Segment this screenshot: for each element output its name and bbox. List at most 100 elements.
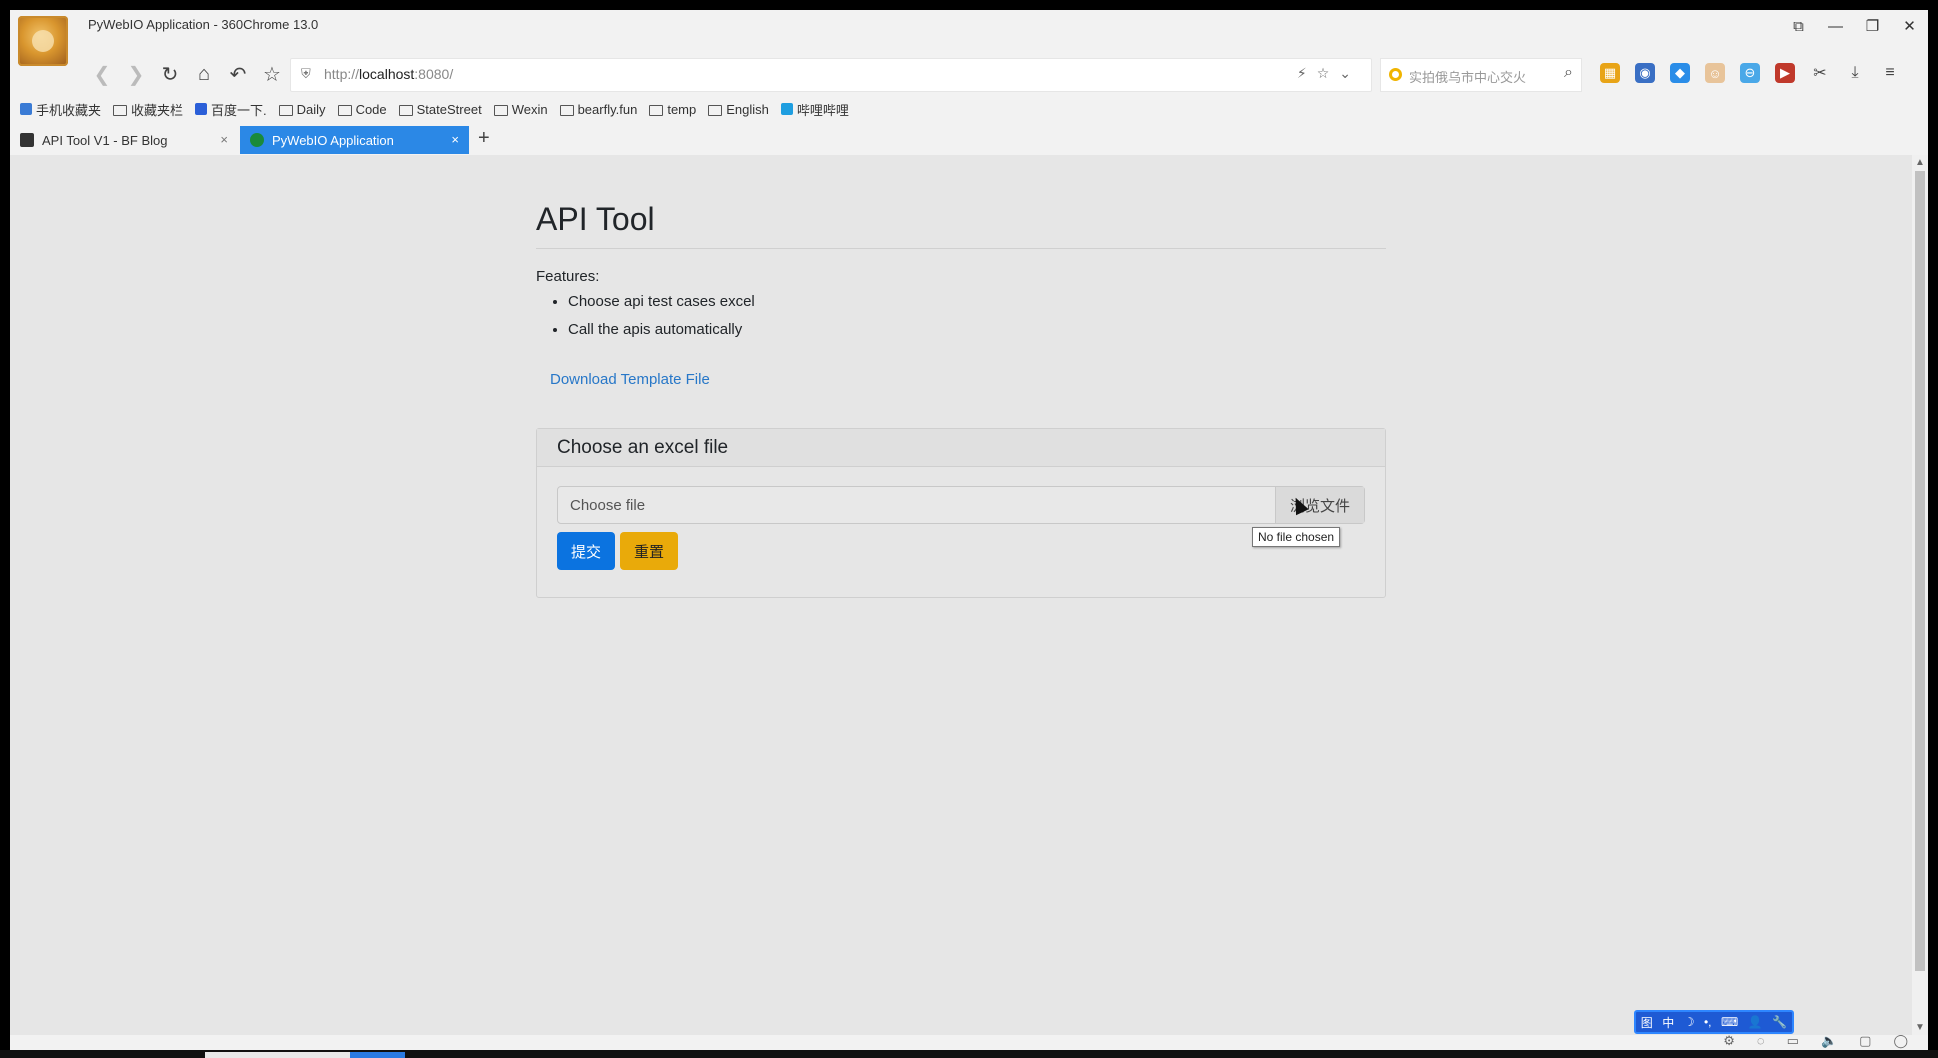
file-input-placeholder: Choose file [570, 497, 646, 514]
tab-api-tool-blog[interactable]: API Tool V1 - BF Blog × [10, 126, 238, 154]
tray-icon[interactable]: ◌ [1757, 1033, 1765, 1049]
pywebio-favicon-icon [250, 133, 264, 147]
cat-icon[interactable]: ☺ [1705, 63, 1725, 83]
ime-toolbar[interactable]: 图 中 ☽ •, ⌨ 👤 🔧 [1634, 1010, 1794, 1034]
minus-circle-icon[interactable]: ⊖ [1740, 63, 1760, 83]
bookmarks-bar: 手机收藏夹 收藏夹栏 百度一下. Daily Code StateStreet Wexin b… [10, 96, 1928, 122]
card-title: Choose an excel file [537, 429, 1385, 467]
address-bar[interactable]: ⛨ http://localhost:8080/ ⚡☆⌄ [290, 58, 1372, 92]
favorite-star-icon[interactable]: ☆ [260, 62, 284, 86]
ime-button[interactable]: 👤 [1748, 1015, 1763, 1029]
tray-icon[interactable]: ◯ [1893, 1033, 1908, 1049]
bookmark-item[interactable]: 收藏夹栏 [113, 100, 183, 119]
bookmark-item[interactable]: 哔哩哔哩 [780, 100, 849, 119]
bookmark-item[interactable]: bearfly.fun [559, 101, 638, 117]
scrollbar-thumb[interactable] [1915, 171, 1925, 971]
ime-button[interactable]: 中 [1662, 1014, 1674, 1031]
pin-window-icon[interactable]: ⧉ [1780, 10, 1817, 42]
bookmark-item[interactable]: Wexin [493, 102, 548, 117]
eye-icon[interactable]: ◉ [1635, 63, 1655, 83]
blog-favicon-icon [20, 133, 34, 147]
extension-toolbar: ▦ ◉ ◆ ☺ ⊖ ▶ ✂ ⤓ ≡ [1600, 63, 1900, 83]
back-icon[interactable]: ❮ [90, 62, 114, 86]
bookmark-item[interactable]: Daily [278, 101, 326, 117]
url-text[interactable]: http://localhost:8080/ [324, 66, 453, 82]
browse-file-button[interactable]: 浏览文件 [1275, 487, 1364, 523]
ime-button[interactable]: 🔧 [1772, 1015, 1787, 1029]
search-input[interactable]: 实拍俄乌市中心交火 [1409, 67, 1526, 86]
tray-icon[interactable]: ▭ [1787, 1033, 1799, 1049]
search-icon[interactable]: ⌕ [1564, 64, 1573, 82]
bookmark-label: temp [667, 101, 697, 117]
bookmark-item[interactable]: 百度一下. [195, 100, 267, 119]
restore-button[interactable]: ❐ [1854, 10, 1891, 42]
ext-blue-icon[interactable]: ◆ [1670, 63, 1690, 83]
list-item: Choose api test cases excel [568, 288, 755, 316]
close-window-button[interactable]: ✕ [1891, 10, 1928, 42]
undo-close-icon[interactable]: ↶ [226, 62, 250, 86]
folder-icon [398, 104, 413, 116]
tab-label: PyWebIO Application [272, 132, 394, 148]
ime-button[interactable]: •, [1704, 1015, 1712, 1029]
bookmark-label: English [726, 101, 769, 117]
window-controls: ⧉ — ❐ ✕ [1780, 10, 1928, 42]
bookmark-item[interactable]: temp [649, 102, 696, 117]
file-input[interactable]: Choose file 浏览文件 [557, 486, 1365, 524]
folder-icon [113, 104, 128, 116]
page-scrollbar[interactable]: ▲ ▼ [1912, 155, 1928, 1035]
browser-window: PyWebIO Application - 360Chrome 13.0 ⧉ —… [10, 10, 1928, 1050]
bookmark-label: Code [355, 101, 387, 117]
ime-button[interactable]: ☽ [1684, 1015, 1695, 1029]
search-engine-logo-icon [1389, 68, 1402, 81]
folder-icon [708, 104, 723, 116]
features-label: Features: [536, 268, 600, 285]
features-list: Choose api test cases excel Call the api… [536, 288, 755, 344]
bookmark-label: 手机收藏夹 [36, 102, 102, 118]
bookmark-item[interactable]: StateStreet [398, 102, 482, 117]
home-icon[interactable]: ⌂ [192, 62, 216, 86]
tray-icon[interactable]: ⚙ [1723, 1033, 1735, 1049]
folder-icon [649, 104, 664, 116]
close-tab-icon[interactable]: × [451, 132, 459, 147]
video-icon[interactable]: ▶ [1775, 63, 1795, 83]
tray-icon[interactable]: 🔈 [1821, 1033, 1837, 1049]
file-tooltip: No file chosen [1252, 527, 1341, 547]
bookmark-label: 百度一下. [211, 102, 267, 118]
menu-icon[interactable]: ≡ [1880, 63, 1900, 83]
window-title: PyWebIO Application - 360Chrome 13.0 [88, 17, 319, 32]
file-upload-card: Choose an excel file Choose file 浏览文件 提交… [536, 428, 1386, 598]
minimize-button[interactable]: — [1817, 10, 1854, 42]
bookmark-label: bearfly.fun [577, 101, 638, 117]
mobile-icon [20, 103, 32, 115]
address-bar-actions[interactable]: ⚡☆⌄ [1297, 65, 1361, 82]
close-tab-icon[interactable]: × [220, 132, 228, 147]
bookmark-item[interactable]: Code [337, 101, 387, 117]
ime-logo-icon[interactable]: 图 [1641, 1014, 1653, 1031]
forward-icon[interactable]: ❯ [124, 62, 148, 86]
folder-icon [559, 104, 574, 116]
tab-pywebio-application[interactable]: PyWebIO Application × [240, 126, 469, 154]
bookmark-label: Daily [296, 101, 326, 117]
tab-strip: API Tool V1 - BF Blog × PyWebIO Applicat… [10, 122, 1928, 155]
shield-icon[interactable]: ⛨ [301, 66, 311, 82]
bookmark-item[interactable]: 手机收藏夹 [20, 100, 101, 119]
bookmark-item[interactable]: English [708, 102, 769, 117]
reset-button[interactable]: 重置 [620, 532, 678, 570]
download-template-link[interactable]: Download Template File [550, 371, 710, 388]
scroll-up-icon[interactable]: ▲ [1915, 157, 1925, 168]
search-box[interactable]: 实拍俄乌市中心交火 ⌕ [1380, 58, 1582, 92]
tray-icon[interactable]: ▢ [1859, 1033, 1871, 1049]
new-tab-button[interactable]: + [478, 127, 490, 150]
navigation-bar: ❮ ❯ ↻ ⌂ ↶ ☆ ⛨ http://localhost:8080/ ⚡☆⌄… [10, 50, 1928, 96]
folder-icon [337, 104, 352, 116]
scissors-icon[interactable]: ✂ [1810, 63, 1830, 83]
download-icon[interactable]: ⤓ [1845, 63, 1865, 83]
reload-icon[interactable]: ↻ [158, 62, 182, 86]
bilibili-icon [780, 103, 793, 115]
apps-icon[interactable]: ▦ [1600, 63, 1620, 83]
scroll-down-icon[interactable]: ▼ [1915, 1022, 1925, 1033]
ime-button[interactable]: ⌨ [1721, 1015, 1738, 1029]
submit-button[interactable]: 提交 [557, 532, 615, 570]
list-item: Call the apis automatically [568, 316, 755, 344]
bookmark-label: 收藏夹栏 [131, 102, 184, 118]
